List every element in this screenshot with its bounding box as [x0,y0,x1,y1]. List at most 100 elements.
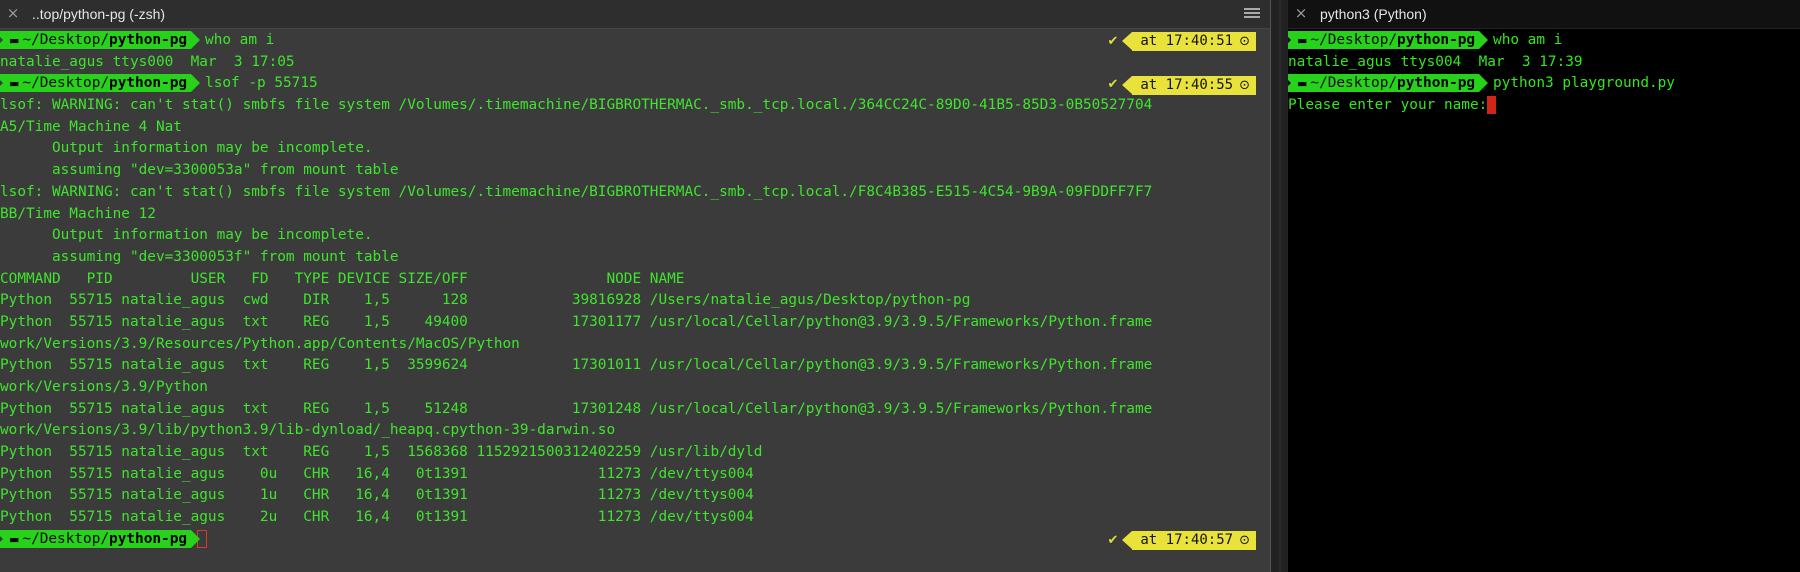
output-line: Python 55715 natalie_agus 1u CHR 16,4 0t… [0,485,1270,507]
output-line: lsof: WARNING: can't stat() smbfs file s… [0,95,1270,117]
output-line: Python 55715 natalie_agus 2u CHR 16,4 0t… [0,507,1270,529]
path-prefix: ~/Desktop/ [22,75,110,92]
left-terminal-output[interactable]: ▬ ~/Desktop/python-pg who am i ✔ at 17:40:51… [0,30,1270,551]
prompt-line: ▬ ~/Desktop/python-pg who am i [1288,30,1800,52]
path-segment: ▬ ~/Desktop/python-pg [1288,31,1489,49]
shell-prompt: ▬ ~/Desktop/python-pg [0,529,201,548]
check-icon: ✔ [1107,34,1119,49]
path-prefix: ~/Desktop/ [1310,75,1398,92]
time-text: at 17:40:55 [1140,76,1234,93]
output-text: Please enter your name: [1288,97,1488,114]
right-terminal-pane[interactable]: × python3 (Python) ▬ ~/Desktop/python-pg w… [1288,0,1800,572]
output-line: lsof: WARNING: can't stat() smbfs file s… [0,182,1270,204]
time-text: at 17:40:51 [1140,33,1234,50]
output-line: Python 55715 natalie_agus cwd DIR 1,5 12… [0,290,1270,312]
shell-prompt: ▬ ~/Desktop/python-pg [1288,31,1489,49]
folder-icon: ▬ [9,34,20,47]
output-text: natalie_agus ttys000 Mar 3 17:05 [0,53,295,70]
clock-icon: ⊙ [1239,77,1250,93]
output-line: natalie_agus ttys000 Mar 3 17:05 [0,52,1270,74]
right-prompt: ✔ at 17:40:57 ⊙ [1107,530,1256,551]
output-text: Python 55715 natalie_agus 2u CHR 16,4 0t… [0,509,754,526]
command-text: python3 playground.py [1493,75,1675,92]
output-line: Output information may be incomplete. [0,225,1270,247]
output-line: work/Versions/3.9/Python [0,377,1270,399]
path-current-dir: python-pg [1397,75,1476,92]
prompt-line: ▬ ~/Desktop/python-pg lsof -p 55715 ✔ at 17:… [0,73,1270,95]
output-text: Output information may be incomplete. [0,140,373,157]
output-line: Output information may be incomplete. [0,138,1270,160]
path-prefix: ~/Desktop/ [22,32,110,48]
output-text: BB/Time Machine 12 [0,205,156,222]
output-text: assuming "dev=3300053f" from mount table [0,248,399,265]
folder-icon: ▬ [1297,34,1308,47]
output-text: work/Versions/3.9/lib/python3.9/lib-dynl… [0,422,616,439]
output-text: Python 55715 natalie_agus 1u CHR 16,4 0t… [0,487,754,504]
output-text: Output information may be incomplete. [0,227,373,244]
command-text: who am i [1493,32,1563,48]
right-prompt: ✔ at 17:40:55 ⊙ [1107,74,1256,95]
folder-icon: ▬ [9,532,20,546]
time-badge: at 17:40:51 ⊙ [1122,32,1256,52]
output-text: Python 55715 natalie_agus cwd DIR 1,5 12… [0,292,971,309]
output-text: work/Versions/3.9/Resources/Python.app/C… [0,335,520,352]
shell-prompt: ▬ ~/Desktop/python-pg [1288,74,1489,93]
clock-icon: ⊙ [1239,533,1250,549]
text-cursor [1487,96,1497,115]
output-line: work/Versions/3.9/Resources/Python.app/C… [0,334,1270,356]
menu-icon[interactable] [1244,6,1260,20]
output-text: COMMAND PID USER FD TYPE DEVICE SIZE/OFF… [0,270,685,287]
check-icon: ✔ [1107,532,1119,548]
output-text: lsof: WARNING: can't stat() smbfs file s… [0,97,1153,114]
output-line: assuming "dev=3300053f" from mount table [0,247,1270,269]
time-badge: at 17:40:57 ⊙ [1122,531,1256,551]
right-terminal-output[interactable]: ▬ ~/Desktop/python-pg who am i natalie_agus… [1288,30,1800,117]
path-segment: ▬ ~/Desktop/python-pg [1288,74,1489,93]
pane-divider[interactable] [1270,0,1289,572]
output-line: Python 55715 natalie_agus txt REG 1,5 35… [0,355,1270,377]
folder-icon: ▬ [9,77,20,91]
output-line: Python 55715 natalie_agus txt REG 1,5 15… [0,442,1270,464]
output-text: Python 55715 natalie_agus txt REG 1,5 35… [0,357,1153,374]
output-line: Please enter your name: [1288,95,1800,117]
right-tab-bar: × python3 (Python) [1288,0,1800,29]
output-line: natalie_agus ttys004 Mar 3 17:39 [1288,52,1800,74]
close-icon[interactable]: × [1294,6,1308,21]
output-line: Python 55715 natalie_agus txt REG 1,5 49… [0,312,1270,334]
prompt-line: ▬ ~/Desktop/python-pg ✔ at 17:40:57 ⊙ [0,529,1270,551]
output-line: COMMAND PID USER FD TYPE DEVICE SIZE/OFF… [0,269,1270,291]
output-line: assuming "dev=3300053a" from mount table [0,160,1270,182]
output-text: Python 55715 natalie_agus txt REG 1,5 15… [0,444,763,461]
output-text: natalie_agus ttys004 Mar 3 17:39 [1288,53,1583,70]
terminal-window: × ..top/python-pg (-zsh) ▬ ~/Desktop/pyth… [0,0,1800,572]
path-current-dir: python-pg [1397,32,1476,48]
close-icon[interactable]: × [6,6,20,21]
left-pane-title: ..top/python-pg (-zsh) [32,6,166,22]
output-text: Python 55715 natalie_agus 0u CHR 16,4 0t… [0,465,754,482]
path-current-dir: python-pg [109,75,188,92]
path-current-dir: python-pg [109,32,188,48]
path-prefix: ~/Desktop/ [1310,32,1398,48]
output-line: work/Versions/3.9/lib/python3.9/lib-dynl… [0,420,1270,442]
time-text: at 17:40:57 [1140,532,1234,549]
prompt-line: ▬ ~/Desktop/python-pg python3 playground.p… [1288,73,1800,95]
path-segment: ▬ ~/Desktop/python-pg [0,31,201,49]
shell-prompt: ▬ ~/Desktop/python-pg [0,74,201,93]
output-text: Python 55715 natalie_agus txt REG 1,5 51… [0,400,1153,417]
time-badge: at 17:40:55 ⊙ [1122,75,1256,95]
folder-icon: ▬ [1297,77,1308,91]
output-line: Python 55715 natalie_agus txt REG 1,5 51… [0,399,1270,421]
output-line: BB/Time Machine 12 [0,204,1270,226]
path-prefix: ~/Desktop/ [22,530,110,547]
output-text: work/Versions/3.9/Python [0,379,208,395]
output-text: lsof: WARNING: can't stat() smbfs file s… [0,183,1153,200]
output-text: A5/Time Machine 4 Nat [0,118,182,135]
right-prompt: ✔ at 17:40:51 ⊙ [1107,31,1256,52]
command-text: who am i [205,32,275,48]
left-terminal-pane[interactable]: × ..top/python-pg (-zsh) ▬ ~/Desktop/pyth… [0,0,1270,572]
output-line: A5/Time Machine 4 Nat [0,117,1270,139]
path-segment: ▬ ~/Desktop/python-pg [0,74,201,93]
path-segment: ▬ ~/Desktop/python-pg [0,529,201,548]
command-text: lsof -p 55715 [205,75,318,92]
left-tab-bar: × ..top/python-pg (-zsh) [0,0,1270,29]
